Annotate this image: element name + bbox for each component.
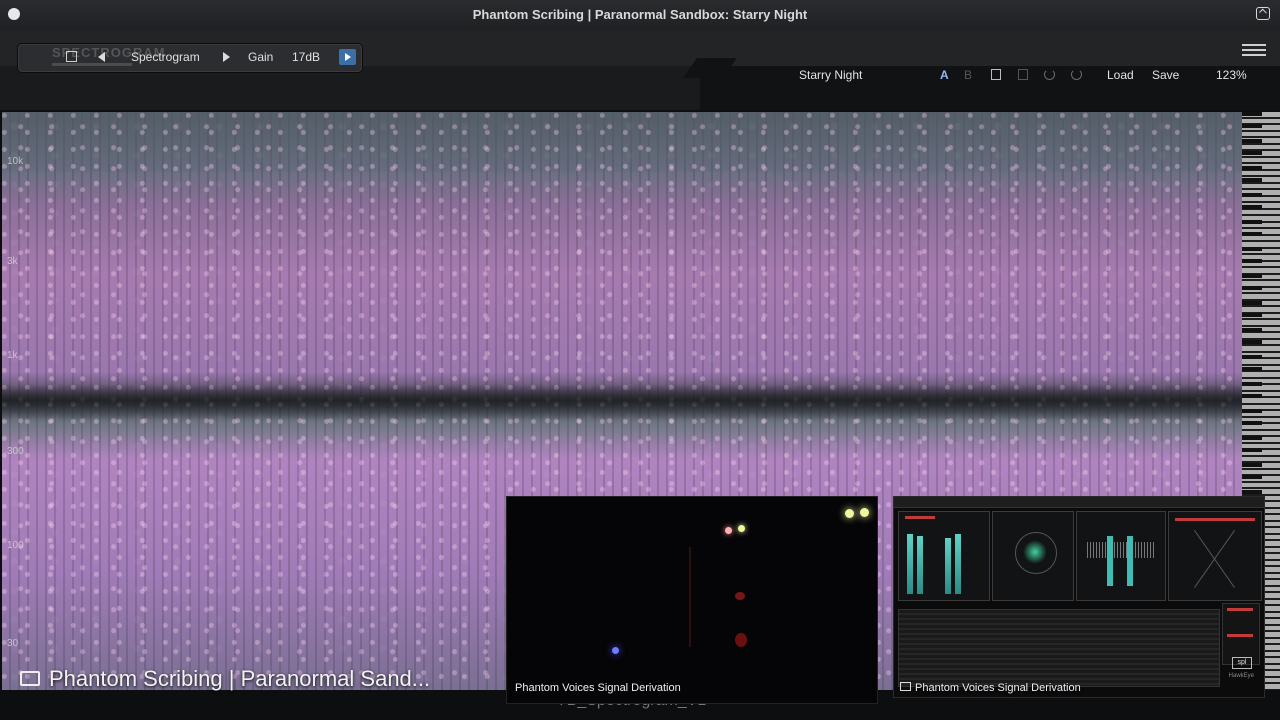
gain-label: Gain [248,50,274,64]
hamburger-menu-icon[interactable] [1242,44,1266,56]
previous-view-icon[interactable] [98,52,105,62]
video-thumbnail-1[interactable]: Phantom Voices Signal Derivation [506,496,878,704]
undo-icon[interactable] [1044,69,1055,80]
goniometer-panel [992,511,1074,601]
pip1-caption: Phantom Voices Signal Derivation [515,682,681,694]
correlation-bar [1127,536,1133,586]
analyzer-titlebar [894,497,1264,508]
video-thumbnail-2[interactable]: spl HawkEye Phantom Voices Signal Deriva… [893,496,1265,698]
freq-label: 30 [7,638,19,649]
window-titlebar: Phantom Scribing | Paranormal Sandbox: S… [0,0,1280,31]
next-view-icon[interactable] [223,52,230,62]
level-meter-panel [898,511,990,601]
goniometer-trace [1023,540,1047,564]
light-dot [735,592,745,600]
pip2-caption-text: Phantom Voices Signal Derivation [915,682,1081,694]
light-dot [735,633,747,647]
light-dot [845,509,854,518]
paste-icon[interactable] [1018,69,1028,80]
freq-label: 100 [7,540,24,551]
light-dot [725,527,732,534]
history-graph [898,609,1220,687]
main-window-caption: Phantom Scribing | Paranormal Sand... [20,666,430,692]
freq-label: 10k [7,156,24,167]
ab-a-button[interactable]: A [940,68,949,82]
copy-icon[interactable] [991,69,1001,80]
play-icon[interactable] [339,49,356,65]
meter-bar [955,534,961,594]
meter-bar [945,538,951,594]
preset-name[interactable]: Starry Night [799,68,862,82]
meter-bar [917,536,923,594]
save-button[interactable]: Save [1152,68,1179,82]
correlation-trace [1087,542,1155,558]
spl-logo: spl [1232,657,1252,669]
meter-red-indicator [1227,608,1253,611]
gain-value[interactable]: 17dB [292,50,320,64]
analyzer-side-panel [1222,603,1260,665]
vectorscope-panel [1168,511,1262,601]
correlation-bar [1107,536,1113,586]
monitor-icon [20,671,40,686]
freq-label: 1k [7,350,18,361]
meter-red-indicator [1175,518,1255,521]
view-selector[interactable]: Spectrogram [131,50,200,64]
spectrogram-dark-band [2,384,1242,420]
ab-b-button[interactable]: B [964,68,972,82]
correlation-panel [1076,511,1166,601]
monitor-icon [900,682,911,691]
meter-bar [907,534,913,594]
preset-bar [700,66,1280,110]
light-dot [612,647,619,654]
zoom-level[interactable]: 123% [1216,68,1247,82]
light-dot [860,508,869,517]
meter-red-indicator [1227,634,1253,637]
window-title: Phantom Scribing | Paranormal Sandbox: S… [472,7,808,22]
pip2-caption: Phantom Voices Signal Derivation [900,682,1081,694]
freq-label: 3k [7,256,18,267]
redo-icon[interactable] [1071,69,1082,80]
fullscreen-icon[interactable] [1256,7,1270,20]
load-button[interactable]: Load [1107,68,1134,82]
light-dot [738,525,745,532]
hawkeye-label: HawkEye [1228,673,1254,679]
meter-red-indicator [905,516,935,519]
freq-label: 300 [7,446,24,457]
crop-icon[interactable] [66,51,77,62]
stage-pole [689,547,691,647]
main-caption-text: Phantom Scribing | Paranormal Sand... [49,666,431,691]
